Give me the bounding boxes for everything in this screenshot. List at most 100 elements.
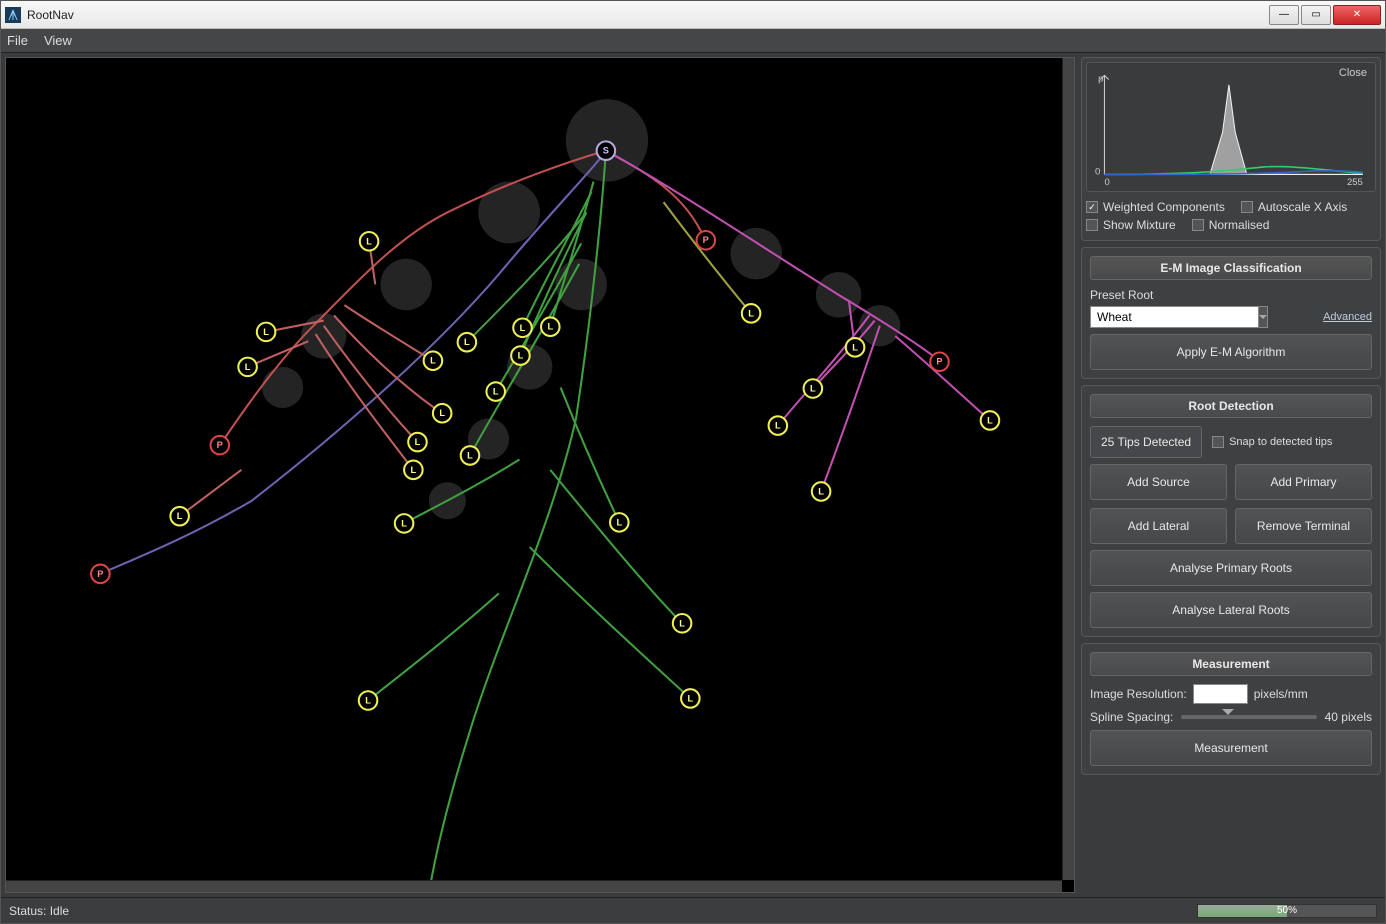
svg-text:L: L (439, 408, 445, 418)
root-path[interactable] (550, 470, 682, 623)
minimize-button[interactable]: — (1269, 5, 1299, 25)
lateral-tip-node[interactable]: L (395, 514, 414, 533)
sidebar: Close p 0 0 255 Weighted (1081, 57, 1381, 893)
lateral-tip-node[interactable]: L (359, 691, 378, 710)
analyse-primary-button[interactable]: Analyse Primary Roots (1090, 550, 1372, 586)
measurement-panel: Measurement Image Resolution: pixels/mm … (1081, 643, 1381, 775)
primary-tip-node[interactable]: P (91, 565, 110, 584)
lateral-tip-node[interactable]: L (257, 323, 276, 342)
lateral-tip-node[interactable]: L (408, 433, 427, 452)
analyse-lateral-button[interactable]: Analyse Lateral Roots (1090, 592, 1372, 628)
hist-ymin: 0 (1095, 166, 1100, 177)
root-path[interactable] (895, 336, 990, 420)
image-canvas[interactable]: SPPPPPLLLLLLLLLLLLLLLLLLLLLLLLL (5, 57, 1075, 893)
lateral-tip-node[interactable]: L (170, 507, 189, 526)
lateral-tip-node[interactable]: L (461, 446, 480, 465)
preset-label: Preset Root (1090, 288, 1372, 302)
spline-label: Spline Spacing: (1090, 710, 1173, 724)
maximize-button[interactable]: ▭ (1301, 5, 1331, 25)
primary-tip-node[interactable]: P (697, 231, 716, 250)
histogram-close[interactable]: Close (1339, 67, 1367, 79)
lateral-tip-node[interactable]: L (769, 416, 788, 435)
svg-text:P: P (217, 440, 223, 450)
lateral-tip-node[interactable]: L (541, 317, 560, 336)
lateral-tip-node[interactable]: L (404, 461, 423, 480)
advanced-link[interactable]: Advanced (1323, 311, 1372, 323)
tips-detected: 25 Tips Detected (1090, 426, 1202, 458)
lateral-tip-node[interactable]: L (424, 351, 443, 370)
measurement-header: Measurement (1090, 652, 1372, 676)
lateral-tip-node[interactable]: L (981, 411, 1000, 430)
canvas-scrollbar-horizontal[interactable] (6, 880, 1062, 892)
close-button[interactable]: ✕ (1333, 5, 1381, 25)
svg-text:L: L (987, 415, 993, 425)
svg-text:L: L (616, 517, 622, 527)
lateral-tip-node[interactable]: L (360, 232, 379, 251)
lateral-tip-node[interactable]: L (812, 482, 831, 501)
svg-text:L: L (518, 351, 524, 361)
root-path[interactable] (813, 321, 875, 389)
chevron-down-icon[interactable] (1259, 306, 1268, 328)
svg-text:L: L (679, 618, 685, 628)
lateral-tip-node[interactable]: L (433, 404, 452, 423)
root-path[interactable] (561, 387, 620, 522)
source-node[interactable]: S (597, 141, 616, 160)
titlebar[interactable]: RootNav — ▭ ✕ (1, 1, 1385, 29)
canvas-scrollbar-vertical[interactable] (1062, 58, 1074, 880)
add-primary-button[interactable]: Add Primary (1235, 464, 1372, 500)
check-autoscale[interactable]: Autoscale X Axis (1241, 200, 1347, 214)
root-path[interactable] (344, 305, 433, 361)
add-lateral-button[interactable]: Add Lateral (1090, 508, 1227, 544)
lateral-tip-node[interactable]: L (511, 346, 530, 365)
slider-thumb-icon[interactable] (1222, 709, 1234, 721)
lateral-tip-node[interactable]: L (804, 379, 823, 398)
check-showmixture[interactable]: Show Mixture (1086, 218, 1176, 232)
status-text: Status: Idle (9, 904, 69, 918)
em-panel: E-M Image Classification Preset Root Adv… (1081, 247, 1381, 379)
lateral-tip-node[interactable]: L (458, 333, 477, 352)
lateral-tip-node[interactable]: L (681, 689, 700, 708)
primary-tip-node[interactable]: P (930, 352, 949, 371)
root-path[interactable] (180, 470, 242, 516)
svg-text:L: L (810, 384, 816, 394)
measurement-button[interactable]: Measurement (1090, 730, 1372, 766)
svg-text:L: L (366, 236, 372, 246)
check-snap-tips[interactable]: Snap to detected tips (1212, 436, 1332, 448)
svg-text:P: P (97, 569, 103, 579)
remove-terminal-button[interactable]: Remove Terminal (1235, 508, 1372, 544)
lateral-tip-node[interactable]: L (742, 304, 761, 323)
menu-file[interactable]: File (7, 33, 28, 48)
root-svg[interactable]: SPPPPPLLLLLLLLLLLLLLLLLLLLLLLLL (6, 58, 1074, 892)
checkbox-icon (1086, 201, 1098, 213)
preset-select[interactable] (1090, 306, 1220, 328)
menu-view[interactable]: View (44, 33, 72, 48)
add-source-button[interactable]: Add Source (1090, 464, 1227, 500)
apply-em-button[interactable]: Apply E-M Algorithm (1090, 334, 1372, 370)
hist-xmax: 255 (1347, 177, 1363, 185)
check-weighted[interactable]: Weighted Components (1086, 200, 1225, 214)
histogram-plot[interactable]: Close p 0 0 255 (1086, 62, 1376, 192)
spline-value: 40 pixels (1325, 710, 1372, 724)
root-path[interactable] (778, 315, 870, 425)
root-path[interactable] (530, 547, 691, 698)
check-normalised[interactable]: Normalised (1192, 218, 1270, 232)
lateral-tip-node[interactable]: L (486, 382, 505, 401)
svg-text:L: L (263, 327, 269, 337)
window-controls: — ▭ ✕ (1269, 5, 1381, 25)
svg-text:L: L (365, 695, 371, 705)
svg-text:L: L (411, 465, 417, 475)
lateral-tip-node[interactable]: L (673, 614, 692, 633)
lateral-tip-node[interactable]: L (513, 318, 532, 337)
primary-tip-node[interactable]: P (211, 436, 230, 455)
svg-text:L: L (547, 322, 553, 332)
lateral-tip-node[interactable]: L (610, 513, 629, 532)
lateral-tip-node[interactable]: L (238, 358, 257, 377)
resolution-input[interactable] (1193, 684, 1248, 704)
lateral-tip-node[interactable]: L (846, 338, 865, 357)
root-path[interactable] (368, 593, 499, 700)
svg-text:L: L (415, 437, 421, 447)
app-window: RootNav — ▭ ✕ File View SPPPPPLLLLLLLLLL… (0, 0, 1386, 924)
spline-slider[interactable] (1181, 715, 1316, 719)
svg-text:L: L (520, 323, 526, 333)
preset-input[interactable] (1090, 306, 1259, 328)
